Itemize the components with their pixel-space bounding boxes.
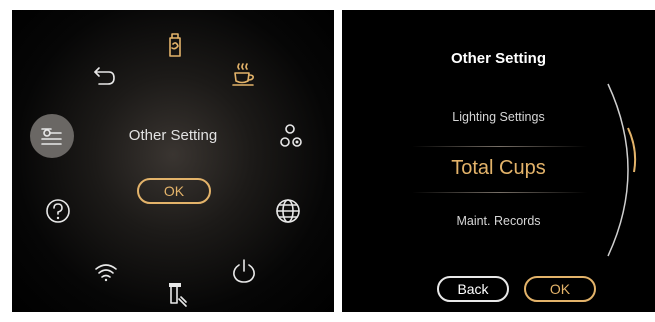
coffee-cup-icon[interactable] — [224, 54, 264, 94]
bottle-icon[interactable] — [155, 25, 195, 65]
center-title: Other Setting — [128, 127, 218, 144]
page-title: Other Setting — [450, 50, 546, 67]
other-setting-list-screen: Other Setting Lighting Settings Total Cu… — [342, 10, 655, 312]
back-arrow-icon[interactable] — [84, 57, 124, 97]
settings-sliders-icon[interactable] — [30, 114, 74, 158]
globe-icon[interactable] — [268, 191, 308, 231]
help-icon[interactable] — [38, 191, 78, 231]
power-icon[interactable] — [224, 251, 264, 291]
ok-button-left[interactable]: OK — [137, 178, 211, 204]
divider — [412, 146, 587, 147]
divider — [412, 192, 587, 193]
share-nodes-icon[interactable] — [271, 116, 311, 156]
circular-menu-screen: Other Setting OK — [12, 10, 334, 312]
scroll-indicator — [607, 83, 637, 257]
cleaning-icon[interactable] — [155, 274, 195, 312]
wifi-icon[interactable] — [86, 251, 126, 291]
back-button[interactable]: Back — [437, 276, 509, 302]
ok-button-right[interactable]: OK — [524, 276, 596, 302]
